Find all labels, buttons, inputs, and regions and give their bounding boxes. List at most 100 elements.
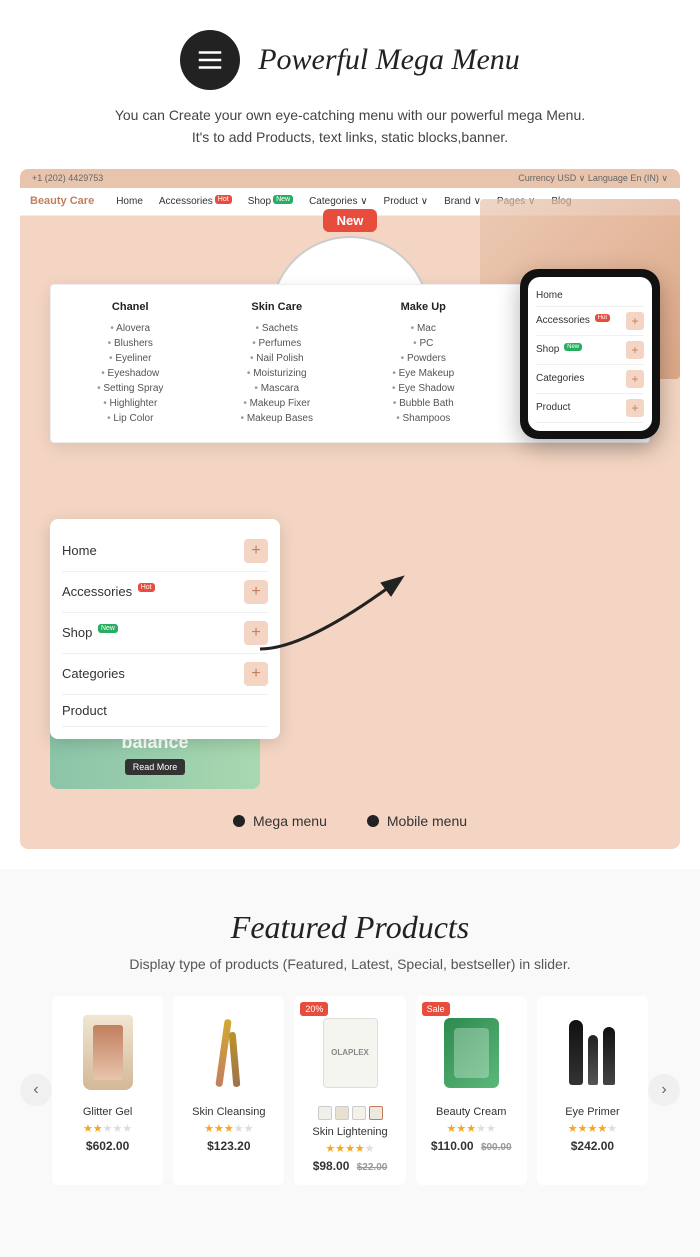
product-old-price-cream: $00.00 (481, 1142, 512, 1153)
mega-menu-label: Mega menu (233, 813, 327, 829)
mega-menu-section: Powerful Mega Menu You can Create your o… (0, 0, 700, 869)
mobile-menu-product[interactable]: Product (62, 695, 268, 727)
primer-tube-3 (603, 1027, 615, 1085)
featured-title: Featured Products (20, 909, 680, 946)
nav-accessories[interactable]: AccessoriesHot (155, 194, 236, 209)
demo-topbar: +1 (202) 4429753 Currency USD ∨ Language… (20, 169, 680, 188)
product-old-price-lightening: $22.00 (357, 1162, 388, 1173)
hot-badge: Hot (215, 195, 232, 204)
product-stars-cleansing: ★★★★★ (185, 1122, 272, 1135)
mega-menu-title: Powerful Mega Menu (258, 43, 520, 77)
product-price-cream: $110.00 $00.00 (428, 1139, 515, 1153)
phone-plus-btn[interactable]: + (626, 312, 644, 330)
col-item: Powders (360, 351, 487, 366)
phone-new-badge: New (564, 343, 582, 351)
mobile-menu-shop[interactable]: Shop New + (62, 613, 268, 654)
col-item: Setting Spray (67, 381, 194, 396)
primer-tube-1 (569, 1020, 583, 1085)
product-name-glitter: Glitter Gel (64, 1106, 151, 1118)
nav-brand[interactable]: Brand ∨ (440, 194, 485, 209)
col-item: Eyeliner (67, 351, 194, 366)
mega-col-chanel: Chanel Alovera Blushers Eyeliner Eyeshad… (67, 301, 194, 426)
new-badge-large: New (323, 209, 378, 232)
product-stars-primer: ★★★★★ (549, 1122, 636, 1135)
product-card-primer: Eye Primer ★★★★★ $242.00 (537, 996, 648, 1185)
nav-home[interactable]: Home (112, 194, 147, 209)
mobile-menu-categories[interactable]: Categories + (62, 654, 268, 695)
product-img-primer (549, 1008, 636, 1098)
cleansing-brush-1 (215, 1019, 231, 1087)
phone-plus-shop[interactable]: + (626, 341, 644, 359)
mobile-menu-home[interactable]: Home + (62, 531, 268, 572)
phone-menu-home: Home (536, 285, 644, 307)
thumb-3[interactable] (352, 1106, 366, 1120)
phone-menu-categories: Categories + (536, 365, 644, 394)
product-stars-cream: ★★★★★ (428, 1122, 515, 1135)
col-item: Makeup Bases (214, 411, 341, 426)
products-grid: Glitter Gel ★★★★★ $602.00 Skin Cleansing… (52, 996, 648, 1185)
col-item: Blushers (67, 336, 194, 351)
product-stars-glitter: ★★★★★ (64, 1122, 151, 1135)
nav-shop[interactable]: ShopNew (244, 194, 297, 209)
product-name-cleansing: Skin Cleansing (185, 1106, 272, 1118)
thumb-2[interactable] (335, 1106, 349, 1120)
mega-col-makeup: Make Up Mac PC Powders Eye Makeup Eye Sh… (360, 301, 487, 426)
col-item: Lip Color (67, 411, 194, 426)
slider-prev-btn[interactable]: ‹ (20, 1074, 52, 1106)
col-chanel-title: Chanel (67, 301, 194, 313)
nav-product[interactable]: Product ∨ (380, 194, 433, 209)
hot-badge-mobile: Hot (138, 583, 155, 592)
mobile-menu-accessories[interactable]: Accessories Hot + (62, 572, 268, 613)
expand-home-btn[interactable]: + (244, 539, 268, 563)
product-price-glitter: $602.00 (64, 1139, 151, 1153)
col-makeup-title: Make Up (360, 301, 487, 313)
col-item: PC (360, 336, 487, 351)
new-badge-mobile: New (98, 624, 118, 633)
dot-icon-2 (367, 815, 379, 827)
phone-mockup: Home Accessories Hot + Shop New + Catego… (520, 269, 660, 439)
demo-bottom-labels: Mega menu Mobile menu (20, 813, 680, 829)
glitter-gel-image (83, 1015, 133, 1090)
demo-logo: Beauty Care (30, 195, 94, 207)
phone-plus-product[interactable]: + (626, 399, 644, 417)
col-item: Sachets (214, 321, 341, 336)
col-item: Eye Makeup (360, 366, 487, 381)
thumb-4[interactable] (369, 1106, 383, 1120)
product-price-lightening: $98.00 $22.00 (306, 1159, 393, 1173)
phone-menu-shop: Shop New + (536, 336, 644, 365)
col-item: Perfumes (214, 336, 341, 351)
product-img-cleansing (185, 1008, 272, 1098)
col-item: Shampoos (360, 411, 487, 426)
col-skincare-title: Skin Care (214, 301, 341, 313)
mega-col-skincare: Skin Care Sachets Perfumes Nail Polish M… (214, 301, 341, 426)
product-price-cleansing: $123.20 (185, 1139, 272, 1153)
phone-menu-product: Product + (536, 394, 644, 423)
phone-screen: Home Accessories Hot + Shop New + Catego… (528, 277, 652, 431)
lightening-bottle: OLAPLEX (323, 1018, 378, 1088)
product-name-cream: Beauty Cream (428, 1106, 515, 1118)
product-stars-lightening: ★★★★★ (306, 1142, 393, 1155)
col-item: Nail Polish (214, 351, 341, 366)
nav-categories[interactable]: Categories ∨ (305, 194, 371, 209)
product-card-cream: Sale Beauty Cream ★★★★★ $110.00 $00.00 (416, 996, 527, 1185)
product-img-cream (428, 1008, 515, 1098)
col-item: Moisturizing (214, 366, 341, 381)
cream-bottle (444, 1018, 499, 1088)
arrow-overlay (240, 569, 420, 669)
slider-next-btn[interactable]: › (648, 1074, 680, 1106)
product-img-lightening: OLAPLEX (306, 1008, 393, 1098)
col-item: Eye Shadow (360, 381, 487, 396)
read-more-button[interactable]: Read More (125, 759, 186, 775)
featured-products-section: Featured Products Display type of produc… (0, 869, 700, 1215)
phone-plus-categories[interactable]: + (626, 370, 644, 388)
col-item: Bubble Bath (360, 396, 487, 411)
col-item: Mac (360, 321, 487, 336)
thumb-1[interactable] (318, 1106, 332, 1120)
product-card-glitter: Glitter Gel ★★★★★ $602.00 (52, 996, 163, 1185)
col-item: Highlighter (67, 396, 194, 411)
mega-menu-header: Powerful Mega Menu (20, 30, 680, 90)
new-badge: New (273, 195, 293, 204)
product-name-primer: Eye Primer (549, 1106, 636, 1118)
product-price-primer: $242.00 (549, 1139, 636, 1153)
product-badge-lightening: 20% (300, 1002, 328, 1016)
